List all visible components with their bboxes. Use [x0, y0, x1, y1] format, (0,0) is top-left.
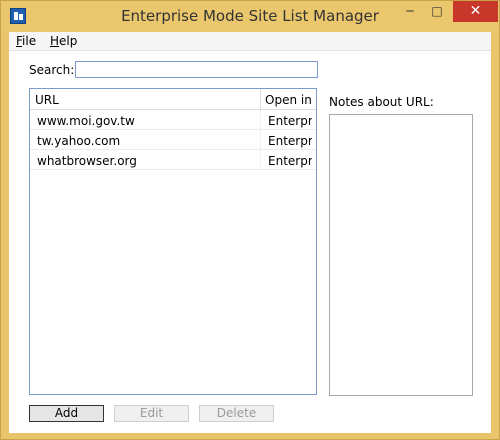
menu-help[interactable]: Help	[50, 34, 77, 48]
url-list[interactable]: URL Open in www.moi.gov.tw Enterprise tw…	[29, 88, 317, 395]
list-row[interactable]: www.moi.gov.tw Enterprise	[30, 110, 316, 130]
notes-textarea[interactable]	[329, 114, 473, 396]
menu-file[interactable]: File	[16, 34, 36, 48]
delete-button[interactable]: Delete	[199, 405, 274, 422]
cell-open-in: Enterprise	[268, 114, 312, 128]
list-header: URL Open in	[30, 89, 316, 110]
cell-url: whatbrowser.org	[37, 154, 137, 168]
menu-bar: File Help	[9, 32, 491, 51]
column-divider[interactable]	[260, 89, 261, 110]
cell-url: tw.yahoo.com	[37, 134, 121, 148]
title-bar[interactable]: Enterprise Mode Site List Manager ─ □ ✕	[1, 1, 499, 32]
cell-open-in: Enterprise	[268, 134, 312, 148]
add-button[interactable]: Add	[29, 405, 104, 422]
minimize-button[interactable]: ─	[397, 1, 423, 22]
column-header-url[interactable]: URL	[35, 93, 59, 107]
list-row[interactable]: whatbrowser.org Enterprise	[30, 150, 316, 170]
edit-button[interactable]: Edit	[114, 405, 189, 422]
client-area: File Help Search: URL Open in www.moi.go…	[9, 32, 491, 433]
app-window: Enterprise Mode Site List Manager ─ □ ✕ …	[0, 0, 500, 440]
search-input[interactable]	[75, 61, 318, 78]
notes-label: Notes about URL:	[329, 95, 434, 109]
cell-open-in: Enterprise	[268, 154, 312, 168]
list-row[interactable]: tw.yahoo.com Enterprise	[30, 130, 316, 150]
search-label: Search:	[29, 63, 75, 77]
maximize-button[interactable]: □	[424, 1, 450, 22]
cell-url: www.moi.gov.tw	[37, 114, 135, 128]
close-button[interactable]: ✕	[453, 1, 498, 22]
column-header-open-in[interactable]: Open in	[265, 93, 313, 107]
